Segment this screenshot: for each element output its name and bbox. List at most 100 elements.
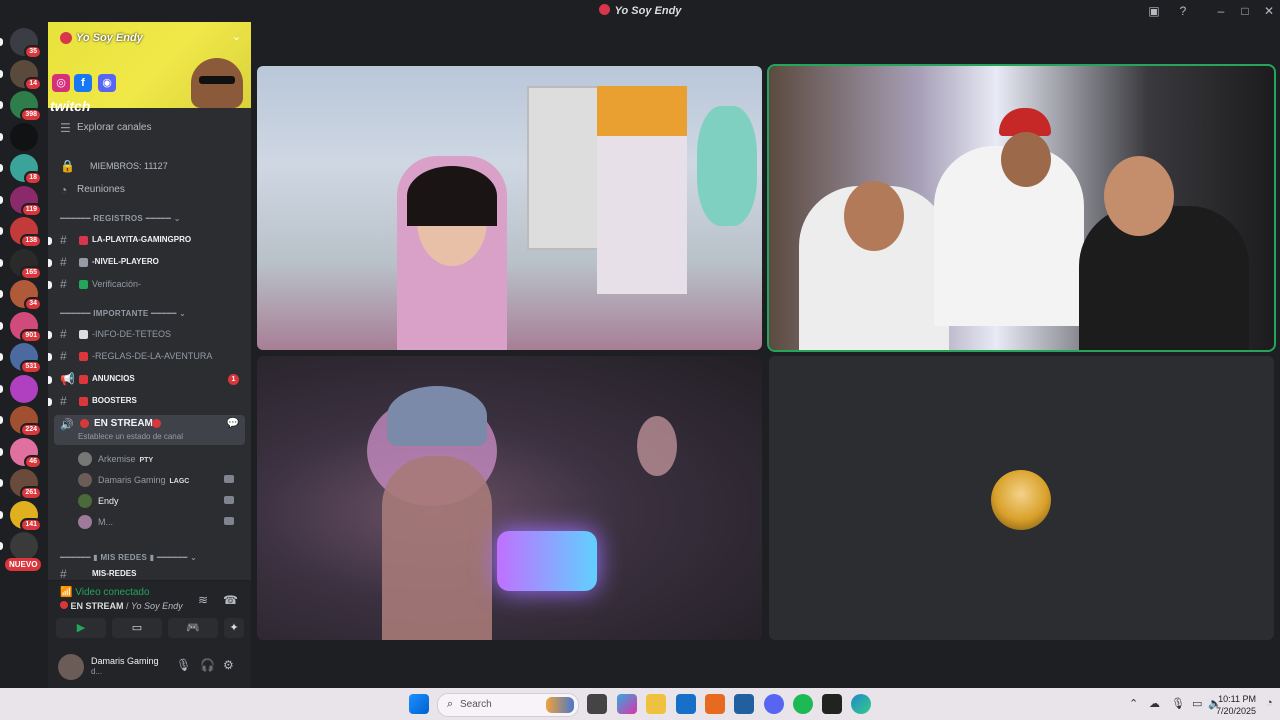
user-name: Damaris Gaming [91,656,159,666]
noise-suppression-icon[interactable]: ≋ [198,593,208,607]
unread-indicator [48,259,52,267]
channel-emoji-icon [79,280,88,289]
voice-user-name: M... [98,517,113,527]
chevron-up-icon[interactable]: ⌃ [1129,697,1138,710]
spotify-icon[interactable] [793,694,813,714]
outlook-icon[interactable] [676,694,696,714]
person-face [1001,132,1051,187]
video-tile-m[interactable] [769,356,1274,640]
chat-bubble-icon[interactable]: 💬 [227,418,239,429]
disconnect-icon[interactable]: ☎ [223,593,238,607]
hash-icon: # [60,255,67,269]
camera-button[interactable]: ▶ [56,618,106,638]
avatar [78,473,92,487]
mario-poster [597,86,687,136]
system-clock[interactable]: 10:11 PM 7/20/2025 [1216,693,1256,717]
channel-label: LA-PLAYITA-GAMINGPRO [92,235,192,244]
facebook-icon[interactable]: f [74,74,92,92]
server-icon[interactable]: 18 [0,154,42,185]
hash-icon: # [60,349,67,363]
soundboard-button[interactable]: ✦ [224,618,244,638]
network-icon[interactable]: ▭ [1192,697,1202,710]
channel-emoji-icon [79,352,88,361]
notification-icon[interactable]: ◔ [1266,697,1273,709]
streamer-figure [382,456,492,640]
gear-icon[interactable]: ⚙ [223,658,234,672]
server-icon[interactable]: 261 [0,469,42,500]
server-icon[interactable]: 901 [0,311,42,343]
copilot-icon[interactable] [617,694,637,714]
instagram-icon[interactable]: ◎ [52,74,70,92]
server-icon[interactable]: 119 [0,185,42,217]
hash-icon: # [60,394,67,408]
server-icon[interactable]: 398 [0,91,42,122]
video-tile-damaris-gaming[interactable] [257,356,762,640]
server-icon[interactable] [0,532,38,560]
chevron-down-icon[interactable]: ⌄ [232,30,241,43]
microphone-icon[interactable]: 🎙 [176,658,191,672]
server-icon[interactable]: 224 [0,406,42,437]
user-status: d... [91,667,103,676]
discord-icon[interactable]: ◉ [98,74,116,92]
unread-indicator [0,353,3,361]
windows-start-icon[interactable] [409,694,429,714]
file-explorer-icon[interactable] [646,694,666,714]
unread-indicator [0,132,3,141]
minimize-button[interactable]: – [1213,3,1229,19]
app-icon[interactable] [705,694,725,714]
server-icon[interactable]: 141 [0,500,42,532]
unread-indicator [0,69,3,78]
avatar[interactable] [58,654,84,680]
app-icon[interactable] [822,694,842,714]
search-input[interactable]: ⌕ Search [437,693,579,717]
server-icon[interactable]: 35 [0,28,42,59]
server-icon[interactable] [0,122,38,151]
no-entry-icon [152,419,161,428]
discord-icon[interactable] [764,694,784,714]
headphones-icon[interactable]: 🎧 [200,658,215,672]
video-tile-arkemise[interactable] [257,66,762,350]
channel-label: ANUNCIOS [92,374,135,383]
server-icon[interactable]: 46 [0,437,42,469]
unread-indicator [0,416,3,424]
task-view-icon[interactable] [587,694,607,714]
edge-browser-icon[interactable] [851,694,871,714]
list-icon: ☰ [60,121,71,135]
maximize-button[interactable]: □ [1237,3,1253,19]
server-banner[interactable]: Yo Soy Endy ⌄ ◎ f ◉ twitch [48,22,251,114]
person-face [844,181,904,251]
unread-indicator [48,398,52,406]
avatar [991,470,1051,530]
store-icon[interactable] [734,694,754,714]
cloud-icon[interactable]: ☁ [1149,697,1160,710]
close-button[interactable]: ✕ [1261,3,1277,19]
plush-toy [637,416,677,476]
connected-channel[interactable]: EN STREAM / Yo Soy Endy [60,601,183,611]
voice-channel-en-stream[interactable]: 🔊 EN STREAM Establece un estado de canal… [54,415,245,445]
windows-taskbar: ⌕ Search ⌃ ☁ 🎙 ▭ 🔈 10:11 PM 7/20/2025 ◔ [0,688,1280,720]
unread-indicator [0,542,3,550]
server-icon[interactable]: 14 [0,59,42,91]
server-icon[interactable]: 531 [0,343,42,374]
screen-share-button[interactable]: ▭ [112,618,162,638]
mention-badge: 46 [24,454,42,469]
streamer-hair [407,166,497,226]
channel-label: -INFO-DE-TETEOS [92,329,171,339]
inbox-icon[interactable]: ▣ [1146,3,1162,19]
banner-avatar-image [191,58,243,108]
server-icon[interactable]: 138 [0,217,42,248]
server-icon[interactable]: 34 [0,280,42,311]
activities-button[interactable]: 🎮 [168,618,218,638]
video-tile-endy[interactable] [767,64,1276,352]
no-entry-icon [80,419,89,428]
server-icon[interactable]: 165 [0,248,42,280]
server-icon[interactable] [0,374,38,403]
help-icon[interactable]: ? [1175,3,1191,19]
person-face [1104,156,1174,236]
unread-indicator [0,384,3,393]
microphone-icon[interactable]: 🎙 [1171,697,1185,710]
server-list: 35 14 398 18 119 138 165 34 901 531 224 46 261 141 [0,22,48,688]
mention-badge: 35 [24,45,42,59]
mention-badge: 901 [20,328,42,343]
unread-indicator [0,290,3,298]
